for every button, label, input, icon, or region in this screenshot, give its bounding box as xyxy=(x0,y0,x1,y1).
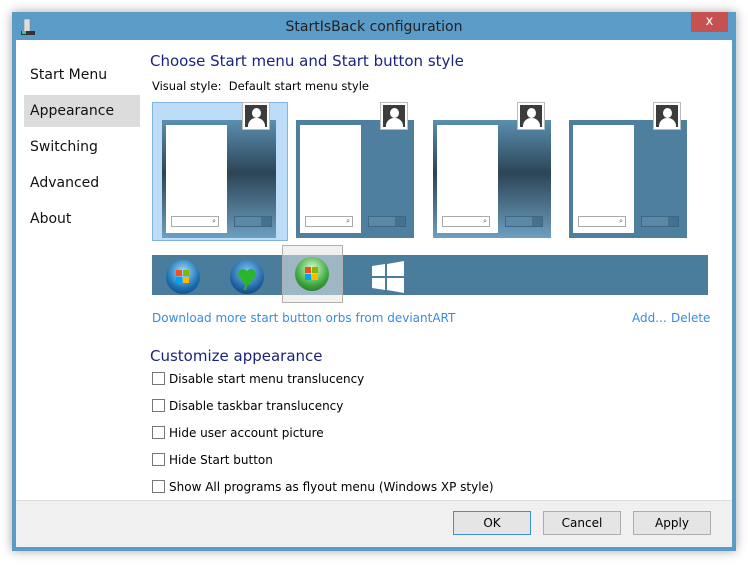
checkbox-label: Hide Start button xyxy=(169,453,273,467)
checkbox-box[interactable] xyxy=(152,426,165,439)
checkbox-box[interactable] xyxy=(152,453,165,466)
windows7-orb-icon[interactable] xyxy=(166,260,200,294)
flyout-menu-checkbox[interactable]: Show All programs as flyout menu (Window… xyxy=(152,479,494,495)
apply-button[interactable]: Apply xyxy=(633,511,711,535)
user-avatar-icon xyxy=(653,102,681,130)
visual-style-readout: Visual style: Default start menu style xyxy=(152,79,369,93)
disable-start-menu-translucency-checkbox[interactable]: Disable start menu translucency xyxy=(152,371,364,387)
hide-start-button-checkbox[interactable]: Hide Start button xyxy=(152,452,273,468)
title-bar[interactable]: StartIsBack configuration x xyxy=(12,12,736,40)
dialog-footer: OK Cancel Apply xyxy=(16,500,732,547)
windows8-logo-icon[interactable] xyxy=(372,261,404,293)
ok-button[interactable]: OK xyxy=(453,511,531,535)
customize-heading: Customize appearance xyxy=(150,347,323,365)
download-orbs-link[interactable]: Download more start button orbs from dev… xyxy=(152,311,455,325)
windows-vista-orb-icon[interactable] xyxy=(295,257,329,291)
add-orb-link[interactable]: Add... xyxy=(632,311,667,325)
hide-user-picture-checkbox[interactable]: Hide user account picture xyxy=(152,425,324,441)
visual-style-label: Visual style: xyxy=(152,79,222,93)
sidebar-item-start-menu[interactable]: Start Menu xyxy=(24,59,140,91)
style-thumbnail-1[interactable]: ⌕ xyxy=(162,102,276,238)
shamrock-orb-icon[interactable] xyxy=(230,260,264,294)
checkbox-box[interactable] xyxy=(152,399,165,412)
search-icon: ⌕ xyxy=(442,216,490,227)
client-area: Start Menu Appearance Switching Advanced… xyxy=(16,40,732,547)
style-thumbnail-3[interactable]: ⌕ xyxy=(433,102,551,238)
section-heading: Choose Start menu and Start button style xyxy=(150,52,464,70)
dialog-window: StartIsBack configuration x Start Menu A… xyxy=(12,12,736,551)
delete-orb-link[interactable]: Delete xyxy=(671,311,710,325)
search-icon: ⌕ xyxy=(305,216,353,227)
close-icon: x xyxy=(705,14,714,29)
checkbox-box[interactable] xyxy=(152,372,165,385)
sidebar-item-about[interactable]: About xyxy=(24,203,140,235)
user-avatar-icon xyxy=(380,102,408,130)
checkbox-label: Disable start menu translucency xyxy=(169,372,365,386)
checkbox-label: Show All programs as flyout menu (Window… xyxy=(169,480,494,494)
start-orb-strip xyxy=(152,255,708,295)
cancel-button[interactable]: Cancel xyxy=(543,511,621,535)
window-title: StartIsBack configuration xyxy=(285,19,463,35)
checkbox-label: Hide user account picture xyxy=(169,426,324,440)
checkbox-box[interactable] xyxy=(152,480,165,493)
close-button[interactable]: x xyxy=(691,12,728,32)
sidebar-item-appearance[interactable]: Appearance xyxy=(24,95,140,127)
sidebar-item-switching[interactable]: Switching xyxy=(24,131,140,163)
user-avatar-icon xyxy=(517,102,545,130)
app-icon xyxy=(21,19,35,35)
search-icon: ⌕ xyxy=(578,216,626,227)
search-icon: ⌕ xyxy=(171,216,219,227)
visual-style-value: Default start menu style xyxy=(228,79,369,93)
sidebar-item-advanced[interactable]: Advanced xyxy=(24,167,140,199)
user-avatar-icon xyxy=(242,102,270,130)
checkbox-label: Disable taskbar translucency xyxy=(169,399,344,413)
style-thumbnail-2[interactable]: ⌕ xyxy=(296,102,414,238)
style-thumbnail-4[interactable]: ⌕ xyxy=(569,102,687,238)
disable-taskbar-translucency-checkbox[interactable]: Disable taskbar translucency xyxy=(152,398,343,414)
